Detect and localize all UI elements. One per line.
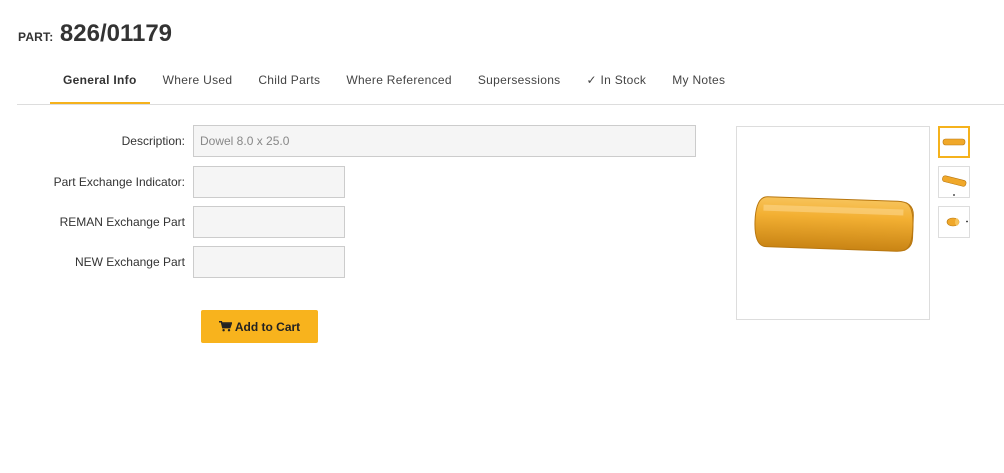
- new-exchange-part-field[interactable]: [193, 246, 345, 278]
- tab-general-info[interactable]: General Info: [50, 60, 150, 105]
- add-to-cart-button[interactable]: Add to Cart: [201, 310, 318, 343]
- tab-in-stock-label: In Stock: [600, 73, 647, 87]
- description-label: Description:: [121, 134, 185, 148]
- thumbnail-end-view[interactable]: [938, 206, 970, 238]
- tab-bar: General Info Where Used Child Parts Wher…: [50, 60, 738, 105]
- part-header: PART: 826/01179: [18, 20, 172, 48]
- new-exchange-part-label: NEW Exchange Part: [74, 255, 185, 269]
- thumbnail-side-view[interactable]: [938, 126, 970, 158]
- part-exchange-indicator-row: Part Exchange Indicator:: [0, 166, 345, 198]
- reman-exchange-part-label: REMAN Exchange Part: [59, 215, 185, 229]
- description-field[interactable]: Dowel 8.0 x 25.0: [193, 125, 696, 157]
- new-exchange-part-row: NEW Exchange Part: [0, 246, 345, 278]
- tab-supersessions[interactable]: Supersessions: [465, 60, 574, 105]
- check-icon: ✓: [586, 73, 597, 87]
- tab-divider: [17, 104, 1004, 105]
- part-exchange-indicator-field[interactable]: [193, 166, 345, 198]
- tab-where-used[interactable]: Where Used: [150, 60, 246, 105]
- reman-exchange-part-field[interactable]: [193, 206, 345, 238]
- cart-icon: [218, 321, 232, 332]
- part-number: 826/01179: [59, 20, 173, 47]
- add-to-cart-label: Add to Cart: [234, 319, 301, 334]
- description-row: Description: Dowel 8.0 x 25.0: [0, 125, 696, 157]
- tab-where-referenced[interactable]: Where Referenced: [333, 60, 465, 105]
- part-exchange-indicator-label: Part Exchange Indicator:: [53, 175, 185, 189]
- main-part-image: [736, 126, 930, 320]
- part-prefix: PART:: [18, 30, 54, 44]
- thumbnail-angled-view[interactable]: [938, 166, 970, 198]
- reman-exchange-part-row: REMAN Exchange Part: [0, 206, 345, 238]
- tab-my-notes[interactable]: My Notes: [659, 60, 738, 105]
- tab-in-stock[interactable]: ✓ In Stock: [573, 60, 659, 105]
- tab-child-parts[interactable]: Child Parts: [245, 60, 333, 105]
